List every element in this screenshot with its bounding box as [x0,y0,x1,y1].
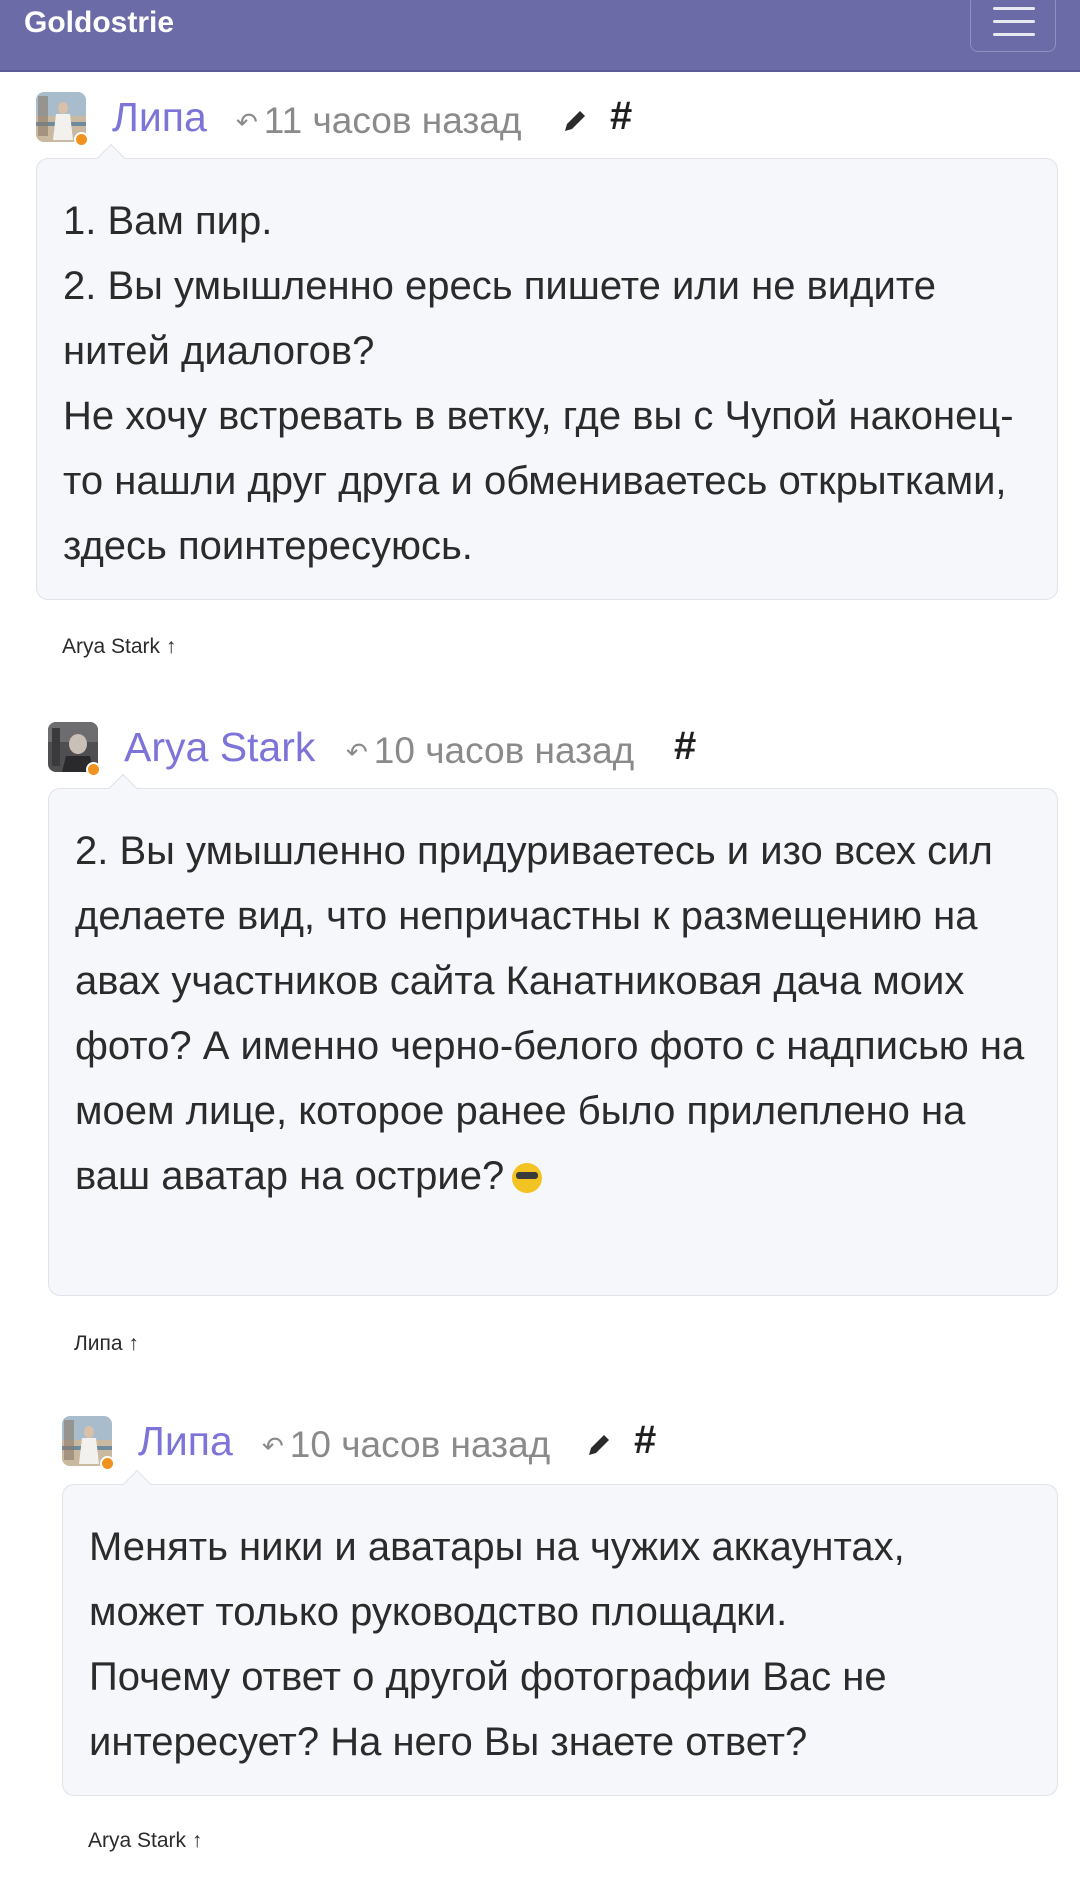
permalink-hash[interactable]: # [610,94,632,139]
permalink-hash[interactable]: # [674,724,696,769]
history-icon: ↶ [236,107,258,137]
sunglasses-emoji-icon [512,1163,543,1193]
comment-paragraph: Менять ники и аватары на чужих аккаунтах… [89,1525,905,1634]
reply-to-link[interactable]: Arya Stark ↑ [88,1829,202,1853]
menu-line [993,7,1035,10]
bubble-caret [108,773,138,803]
comment: Липа ↶ 10 часов назад # Менять ники и ава… [62,1414,1058,1874]
comment-paragraph: 2. Вы умышленно придуриваетесь и изо все… [75,819,1031,1209]
online-status-dot [100,1456,115,1471]
permalink-hash[interactable]: # [634,1418,656,1463]
comment: Липа ↶ 11 часов назад # 1. Вам пир. 2. Вы… [36,90,1058,658]
pencil-edit-icon[interactable] [584,1430,614,1460]
comment-body: 1. Вам пир. 2. Вы умышленно ересь пишете… [36,143,1058,600]
pencil-edit-icon[interactable] [560,106,590,136]
timestamp-text: 11 часов назад [263,100,522,141]
reply-to-link[interactable]: Липа ↑ [74,1332,139,1356]
comment-paragraph: Не хочу встревать в ветку, где вы с Чупо… [63,394,1014,568]
menu-line [993,33,1035,36]
timestamp-text: 10 часов назад [373,730,635,771]
bubble-caret [122,1469,152,1499]
bubble-caret [96,143,126,173]
online-status-dot [74,132,89,147]
comment-paragraph: 2. Вы умышленно ересь пишете или не види… [63,264,936,373]
history-icon: ↶ [346,737,368,767]
comment-body: Менять ники и аватары на чужих аккаунтах… [62,1469,1058,1796]
reply-to-link[interactable]: Arya Stark ↑ [62,635,176,659]
timestamp-text: 10 часов назад [289,1424,551,1465]
comment-timestamp[interactable]: ↶ 10 часов назад [346,730,634,772]
author-name[interactable]: Липа [138,1418,233,1465]
author-name[interactable]: Arya Stark [124,724,315,771]
comment-paragraph: Почему ответ о другой фотографии Вас не … [89,1655,887,1764]
history-icon: ↶ [262,1431,284,1461]
menu-line [993,20,1035,23]
top-navbar: Goldostrie [0,0,1080,72]
comment-body: 2. Вы умышленно придуриваетесь и изо все… [48,773,1058,1296]
comment-text: 2. Вы умышленно придуриваетесь и изо все… [75,829,1025,1198]
hamburger-menu-icon[interactable] [970,0,1056,52]
comment-timestamp[interactable]: ↶ 11 часов назад [236,100,522,142]
site-title[interactable]: Goldostrie [24,6,174,40]
author-name[interactable]: Липа [112,94,207,141]
comment: Arya Stark ↶ 10 часов назад # 2. Вы умышл… [48,720,1058,1360]
online-status-dot [86,762,101,777]
comment-timestamp[interactable]: ↶ 10 часов назад [262,1424,550,1466]
comment-paragraph: 1. Вам пир. [63,199,273,243]
